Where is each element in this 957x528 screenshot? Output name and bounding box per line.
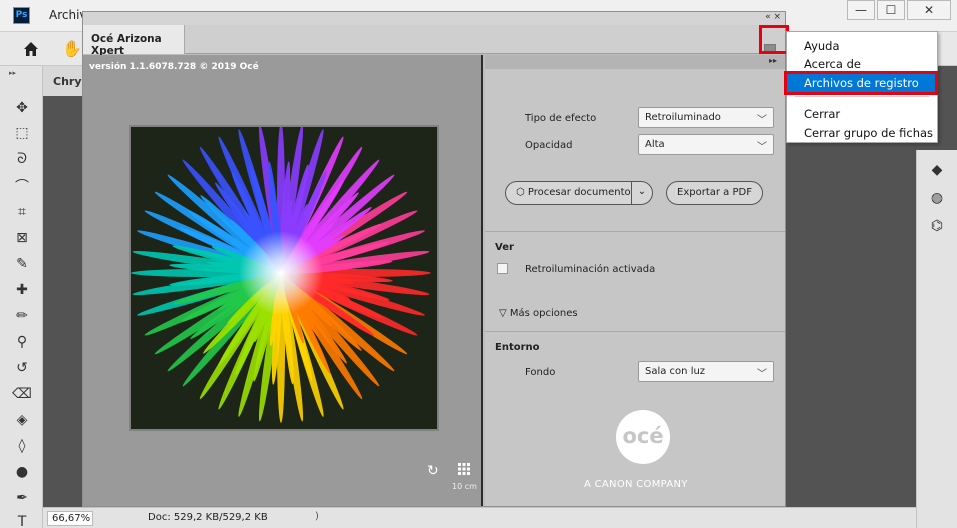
menu-separator [795, 96, 929, 97]
cube-icon: ⬡ [516, 187, 525, 198]
panel-tab[interactable]: Océ Arizona Xpert [83, 25, 185, 57]
layers-icon[interactable]: ◆ [927, 160, 947, 180]
divider [485, 331, 785, 332]
dodge-tool-icon[interactable]: ● [12, 462, 32, 482]
close-window-button[interactable]: ✕ [907, 0, 951, 20]
home-icon[interactable] [22, 40, 40, 58]
menu-item-ayuda[interactable]: Ayuda [787, 37, 937, 55]
eyedropper-icon[interactable]: ✎ [12, 254, 32, 274]
move-tool-icon[interactable]: ✥ [12, 98, 32, 118]
environment-section-title: Entorno [495, 342, 540, 353]
pen-tool-icon[interactable]: ✒ [12, 488, 32, 508]
zoom-level[interactable]: 66,67% [47, 511, 93, 526]
background-value: Sala con luz [645, 366, 706, 377]
process-document-button: ⬡ Procesar documento ⌄ [505, 181, 653, 205]
paint-bucket-icon[interactable]: ◈ [12, 410, 32, 430]
oce-arizona-xpert-panel: « × Océ Arizona Xpert versión 1.1.6078.7… [82, 11, 786, 507]
export-pdf-button[interactable]: Exportar a PDF [666, 181, 763, 205]
oce-logo: océ [616, 410, 670, 464]
panel-top-strip: « × [83, 12, 785, 25]
status-bar: 66,67% Doc: 529,2 KB/529,2 KB ) [43, 507, 916, 528]
background-label: Fondo [525, 367, 556, 378]
effect-type-value: Retroiluminado [645, 112, 721, 123]
backlight-checkbox-label: Retroiluminación activada [525, 264, 656, 275]
menu-archivo[interactable]: Archiv [49, 8, 87, 22]
opacity-value: Alta [645, 139, 665, 150]
type-tool-icon[interactable]: T [12, 512, 32, 528]
reset-icon[interactable]: ↻ [427, 464, 441, 478]
hand-tool-icon[interactable]: ✋ [62, 39, 82, 58]
opacity-label: Opacidad [525, 140, 573, 151]
maximize-button[interactable]: ☐ [877, 0, 905, 20]
photoshop-logo: Ps [13, 7, 30, 24]
chevron-down-icon: ﹀ [757, 369, 767, 380]
minimize-button[interactable]: — [847, 0, 875, 20]
version-text: versión 1.1.6078.728 © 2019 Océ [89, 62, 259, 72]
settings-panel: ▸▸ Tipo de efecto Retroiluminado ﹀ Opaci… [485, 55, 785, 506]
panel-tab-bar: Océ Arizona Xpert [83, 25, 785, 57]
triangle-down-icon: ▽ [499, 308, 507, 319]
backlight-checkbox[interactable] [497, 263, 508, 274]
settings-header: ▸▸ [485, 55, 785, 69]
healing-brush-icon[interactable]: ✚ [12, 280, 32, 300]
highlight-panel-menu [759, 25, 789, 54]
preview-area: versión 1.1.6078.728 © 2019 Océ ↻ 10 cm [83, 55, 483, 506]
menu-item-cerrar[interactable]: Cerrar [787, 105, 937, 123]
preview-image [129, 125, 439, 431]
background-select[interactable]: Sala con luz ﹀ [638, 361, 774, 382]
process-dropdown-button[interactable]: ⌄ [632, 182, 652, 204]
more-options-toggle[interactable]: ▽ Más opciones [499, 308, 578, 319]
panel-collapse-close[interactable]: « × [765, 12, 781, 22]
quick-selection-icon[interactable]: ⌒ [12, 176, 32, 196]
process-document-main[interactable]: ⬡ Procesar documento [506, 182, 632, 204]
grid-icon[interactable] [458, 463, 470, 475]
highlight-selected-item [784, 71, 938, 95]
clone-stamp-icon[interactable]: ⚲ [12, 332, 32, 352]
tools-panel: ▸▸ ✥ ⬚ ᘐ ⌒ ⌗ ⊠ ✎ ✚ ✏ ⚲ ↺ ⌫ ◈ ◊ ● ✒ T [0, 66, 43, 528]
brush-tool-icon[interactable]: ✏ [12, 306, 32, 326]
divider [485, 231, 785, 232]
view-section-title: Ver [495, 242, 514, 253]
chevron-down-icon: ﹀ [757, 115, 767, 126]
paths-icon[interactable]: ⌬ [927, 216, 947, 236]
right-panel-dock: ◆ ◍ ⌬ [916, 150, 957, 528]
eraser-tool-icon[interactable]: ⌫ [12, 384, 32, 404]
frame-tool-icon[interactable]: ⊠ [12, 228, 32, 248]
effect-type-select[interactable]: Retroiluminado ﹀ [638, 107, 774, 128]
scale-label: 10 cm [452, 482, 477, 491]
menu-item-cerrar-grupo[interactable]: Cerrar grupo de fichas [787, 124, 937, 142]
channels-icon[interactable]: ◍ [927, 188, 947, 208]
collapse-icon[interactable]: ▸▸ [9, 69, 16, 77]
lasso-tool-icon[interactable]: ᘐ [12, 149, 32, 169]
effect-type-label: Tipo de efecto [525, 113, 597, 124]
crop-tool-icon[interactable]: ⌗ [12, 202, 32, 222]
opacity-select[interactable]: Alta ﹀ [638, 134, 774, 155]
expand-icon[interactable]: ▸▸ [769, 56, 777, 65]
window-controls: — ☐ ✕ [845, 0, 951, 20]
document-size: Doc: 529,2 KB/529,2 KB [148, 512, 268, 523]
status-menu-arrow[interactable]: ) [315, 511, 319, 522]
more-options-label: Más opciones [509, 308, 578, 319]
history-brush-icon[interactable]: ↺ [12, 358, 32, 378]
canon-tagline: A CANON COMPANY [584, 479, 688, 490]
blur-tool-icon[interactable]: ◊ [12, 436, 32, 456]
marquee-tool-icon[interactable]: ⬚ [12, 123, 32, 143]
process-document-label: Procesar documento [527, 187, 631, 198]
chevron-down-icon: ﹀ [757, 142, 767, 153]
